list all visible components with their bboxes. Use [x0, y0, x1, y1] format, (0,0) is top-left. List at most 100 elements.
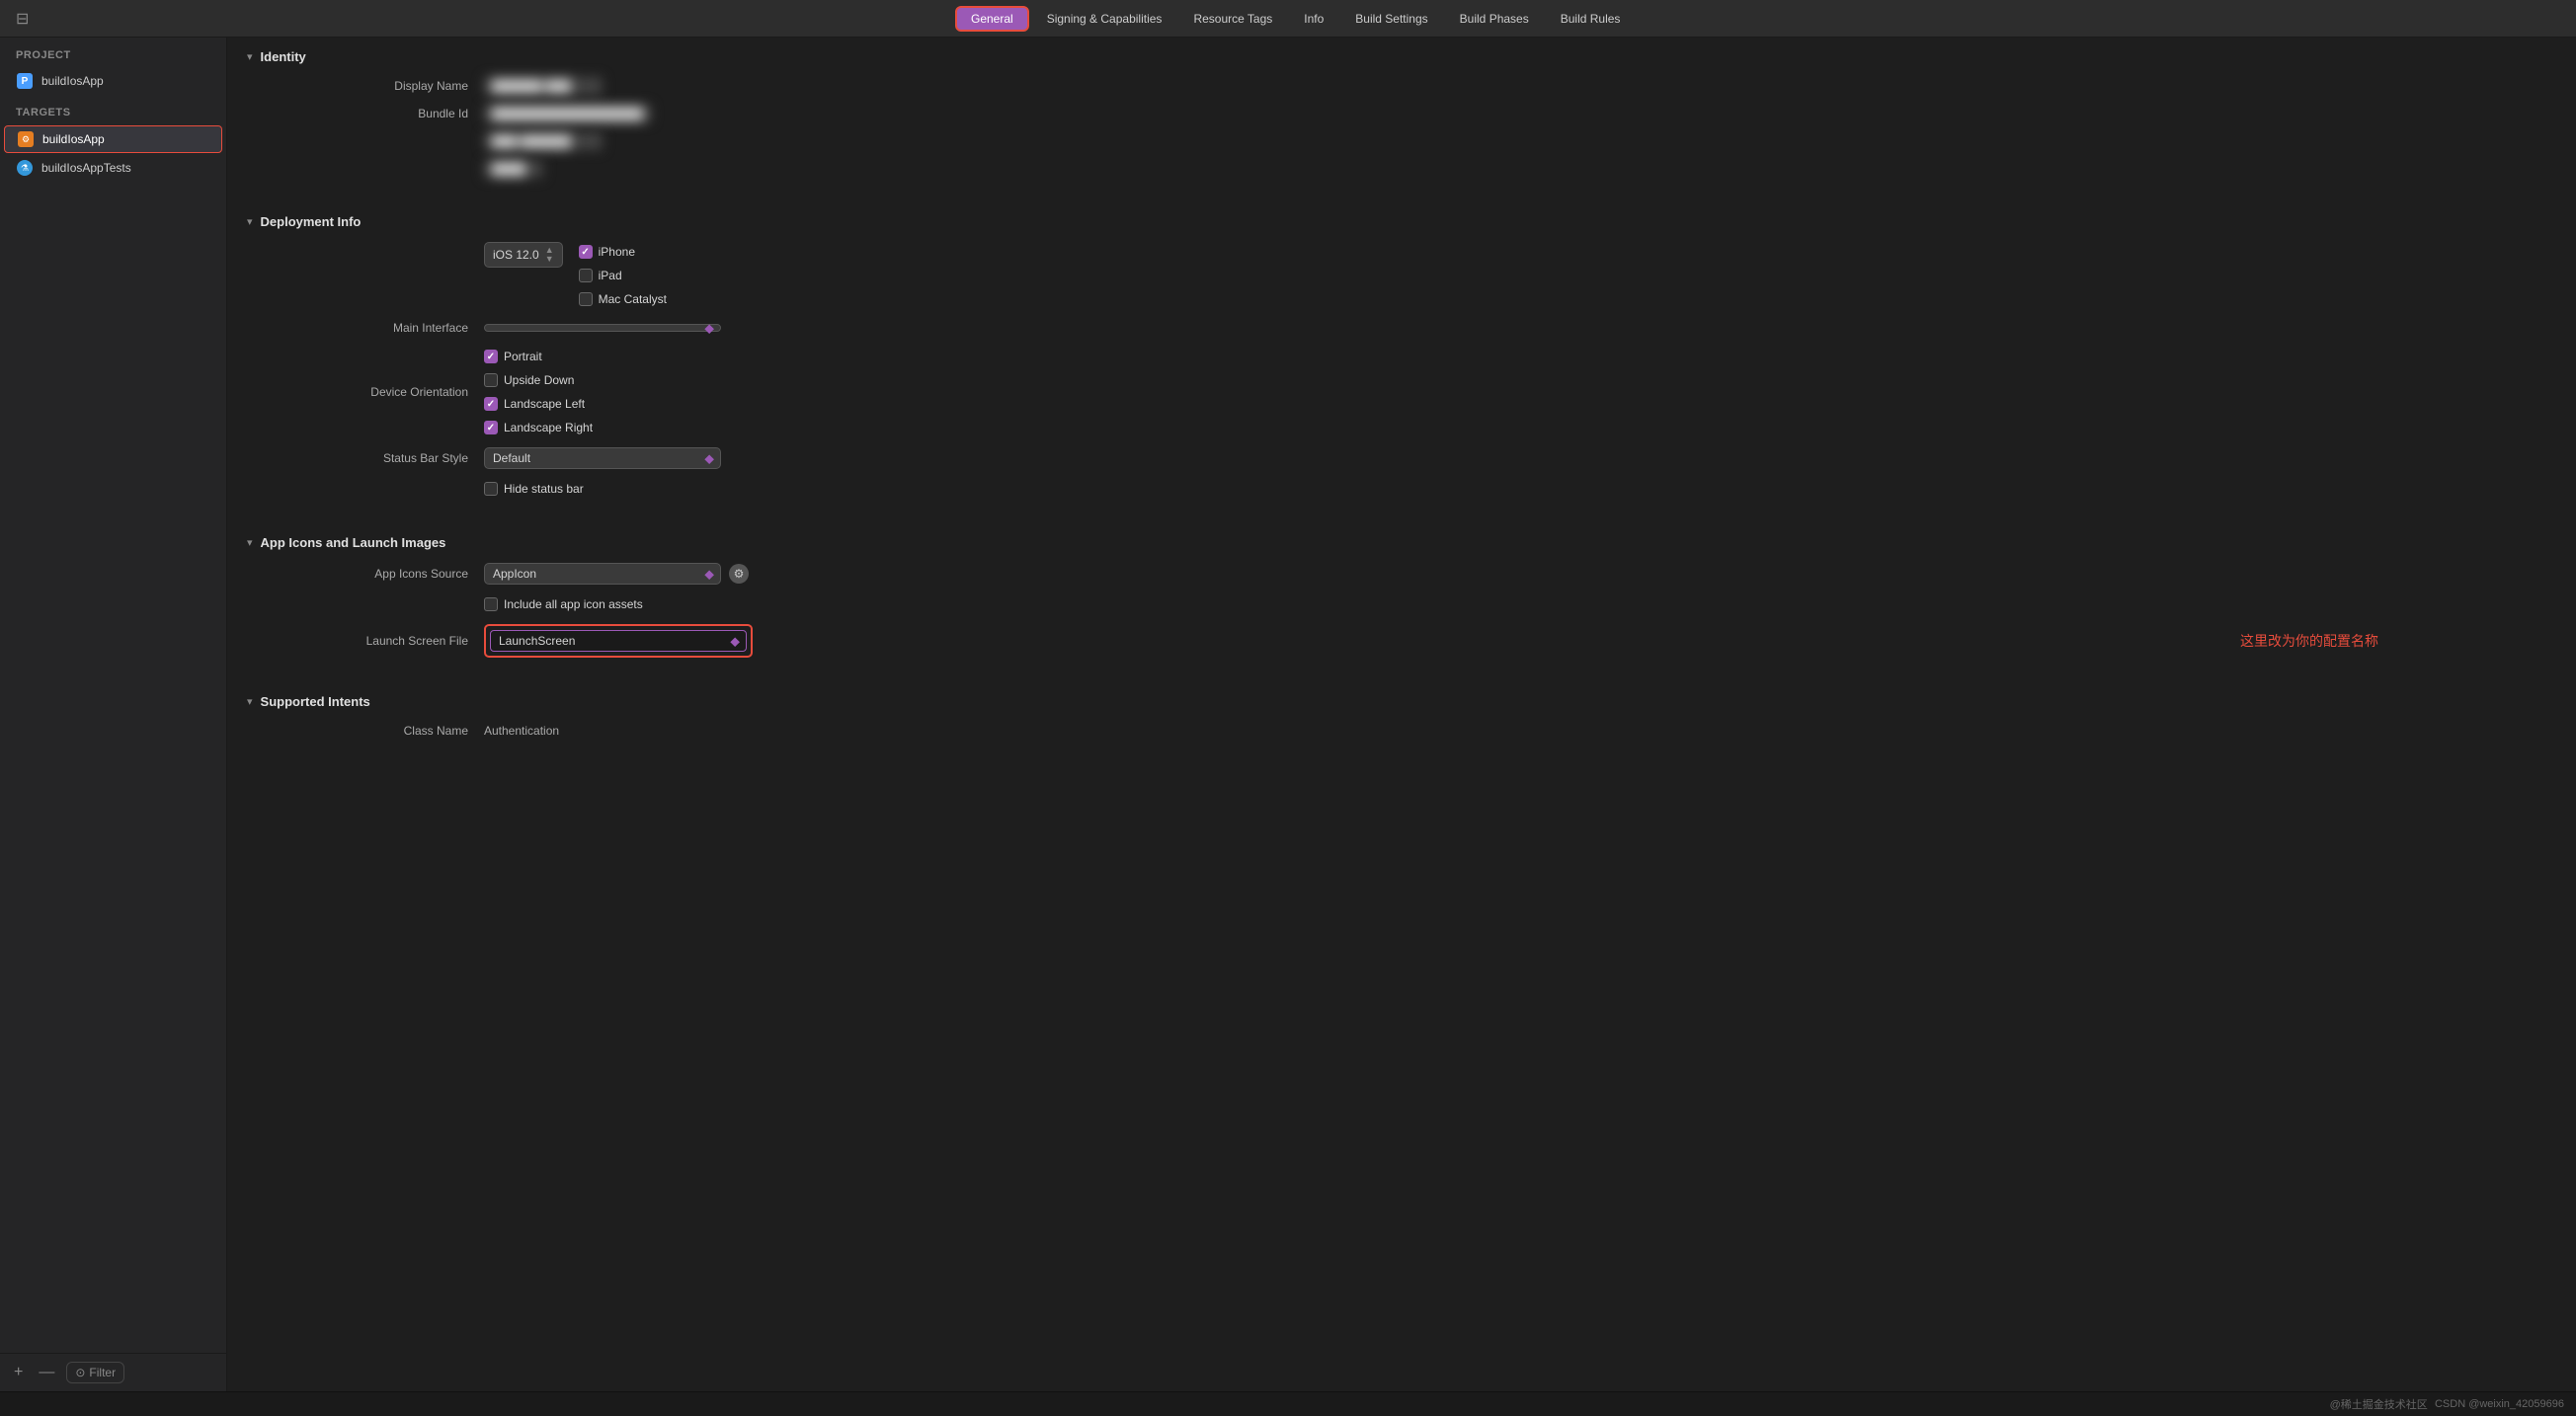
sidebar-target-tests[interactable]: ⚗ buildIosAppTests — [4, 155, 222, 181]
tab-build-settings[interactable]: Build Settings — [1341, 8, 1441, 30]
launch-screen-field[interactable]: LaunchScreen ⬥ — [490, 630, 747, 652]
top-toolbar: ⊟ General Signing & Capabilities Resourc… — [0, 0, 2576, 38]
sidebar: PROJECT P buildIosApp TARGETS ⚙ buildIos… — [0, 38, 227, 1391]
target-tests-label: buildIosAppTests — [41, 161, 131, 175]
identity-section-header[interactable]: ▾ Identity — [227, 38, 2576, 72]
status-bar-style-dropdown[interactable]: Default ⬥ — [484, 447, 721, 469]
landscape-left-row: Landscape Left — [484, 394, 593, 414]
landscape-right-row: Landscape Right — [484, 418, 593, 437]
build-row: ████ — [267, 155, 2556, 183]
annotation-text: 这里改为你的配置名称 — [2240, 631, 2378, 651]
identity-settings: Display Name ██████ ███ Bundle Id ██████… — [227, 72, 2576, 202]
supported-intents-header-row: Class Name Authentication — [267, 717, 2556, 745]
ios-version-selector[interactable]: iOS 12.0 ▲▼ — [484, 242, 563, 268]
sidebar-toggle-button[interactable]: ⊟ — [16, 9, 29, 29]
remove-target-button[interactable]: — — [35, 1362, 58, 1383]
landscape-left-label: Landscape Left — [504, 397, 585, 411]
hide-status-bar-label: Hide status bar — [504, 482, 584, 496]
device-orientation-row: Device Orientation Portrait Upside Down — [267, 342, 2556, 442]
main-interface-row: Main Interface ⬥ — [267, 314, 2556, 342]
upside-down-checkbox[interactable] — [484, 373, 498, 387]
landscape-right-checkbox[interactable] — [484, 421, 498, 434]
project-section-label: PROJECT — [0, 38, 226, 67]
hide-status-bar-checkbox-row: Hide status bar — [484, 479, 584, 499]
include-all-icons-row: Include all app icon assets — [267, 590, 2556, 619]
supported-intents-settings: Class Name Authentication — [227, 717, 2576, 764]
bundle-id-label: Bundle Id — [267, 107, 484, 120]
bottom-text-2: CSDN @weixin_42059696 — [2435, 1398, 2564, 1410]
tab-build-rules[interactable]: Build Rules — [1547, 8, 1635, 30]
orientation-checkboxes: Portrait Upside Down Landscape Left — [484, 347, 593, 437]
app-icons-source-label: App Icons Source — [267, 567, 484, 581]
iphone-checkbox-row: iPhone — [579, 242, 667, 262]
bundle-id-row: Bundle Id ██████████████████ — [267, 100, 2556, 127]
launch-screen-container: LaunchScreen ⬥ — [484, 624, 753, 658]
status-bar-style-label: Status Bar Style — [267, 451, 484, 465]
mac-catalyst-checkbox-row: Mac Catalyst — [579, 289, 667, 309]
identity-section-title: Identity — [261, 49, 306, 64]
portrait-label: Portrait — [504, 350, 542, 363]
filter-button[interactable]: ⊙ Filter — [66, 1362, 124, 1383]
ios-version-text: iOS 12.0 — [493, 248, 539, 262]
bottom-text-1: @稀土掘金技术社区 — [2330, 1396, 2428, 1412]
main-interface-dropdown[interactable]: ⬥ — [484, 324, 721, 332]
main-interface-label: Main Interface — [267, 321, 484, 335]
status-bar-style-row: Status Bar Style Default ⬥ — [267, 442, 2556, 474]
hide-status-bar-row: Hide status bar — [267, 474, 2556, 504]
supported-intents-chevron-icon: ▾ — [247, 695, 253, 708]
build-value: ████ — [484, 160, 543, 178]
app-icons-section-header[interactable]: ▾ App Icons and Launch Images — [227, 523, 2576, 558]
target-tests-icon: ⚗ — [16, 159, 34, 177]
tab-build-phases[interactable]: Build Phases — [1446, 8, 1543, 30]
hide-status-bar-checkbox[interactable] — [484, 482, 498, 496]
target-app-icon: ⚙ — [17, 130, 35, 148]
iphone-checkbox[interactable] — [579, 245, 593, 259]
supported-intents-section-title: Supported Intents — [261, 694, 370, 709]
status-bar-style-arrow-icon: ⬥ — [704, 450, 714, 467]
supported-intents-section-header[interactable]: ▾ Supported Intents — [227, 682, 2576, 717]
content-area[interactable]: ▾ Identity Display Name ██████ ███ Bundl… — [227, 38, 2576, 1391]
include-all-icons-checkbox-row: Include all app icon assets — [484, 594, 643, 614]
app-icons-gear-button[interactable]: ⚙ — [729, 564, 749, 584]
ipad-checkbox[interactable] — [579, 269, 593, 282]
portrait-row: Portrait — [484, 347, 593, 366]
filter-icon: ⊙ — [75, 1366, 85, 1379]
ios-version-row: iOS 12.0 ▲▼ iPhone iPad — [267, 237, 2556, 314]
portrait-checkbox[interactable] — [484, 350, 498, 363]
project-item-label: buildIosApp — [41, 74, 104, 88]
main-interface-arrow-icon: ⬥ — [704, 320, 714, 337]
target-app-label: buildIosApp — [42, 132, 105, 146]
launch-screen-arrow-icon: ⬥ — [730, 633, 740, 650]
landscape-left-checkbox[interactable] — [484, 397, 498, 411]
sidebar-project-item[interactable]: P buildIosApp — [4, 68, 222, 94]
status-bar-style-value: Default — [493, 451, 530, 465]
app-icons-source-group: AppIcon ⬥ ⚙ — [484, 563, 749, 585]
deployment-section-header[interactable]: ▾ Deployment Info — [227, 202, 2576, 237]
mac-catalyst-checkbox[interactable] — [579, 292, 593, 306]
bottom-bar: @稀土掘金技术社区 CSDN @weixin_42059696 — [0, 1391, 2576, 1416]
display-name-row: Display Name ██████ ███ — [267, 72, 2556, 100]
tab-general[interactable]: General — [955, 6, 1029, 32]
tab-bar: General Signing & Capabilities Resource … — [29, 6, 2560, 32]
version-value: ███ ██████ — [484, 132, 603, 150]
device-orientation-label: Device Orientation — [267, 385, 484, 399]
include-all-icons-checkbox[interactable] — [484, 597, 498, 611]
bundle-id-value: ██████████████████ — [484, 105, 651, 122]
tab-resource-tags[interactable]: Resource Tags — [1179, 8, 1286, 30]
app-icons-source-dropdown[interactable]: AppIcon ⬥ — [484, 563, 721, 585]
launch-screen-value: LaunchScreen — [499, 634, 575, 648]
class-name-column-header: Class Name — [267, 724, 484, 738]
device-checkboxes: iPhone iPad Mac Catalyst — [579, 242, 667, 309]
app-window: ⊟ General Signing & Capabilities Resourc… — [0, 0, 2576, 1416]
tab-signing[interactable]: Signing & Capabilities — [1033, 8, 1176, 30]
ios-version-group: iOS 12.0 ▲▼ iPhone iPad — [484, 242, 667, 309]
main-area: PROJECT P buildIosApp TARGETS ⚙ buildIos… — [0, 38, 2576, 1391]
upside-down-label: Upside Down — [504, 373, 574, 387]
tab-info[interactable]: Info — [1290, 8, 1337, 30]
deployment-settings: iOS 12.0 ▲▼ iPhone iPad — [227, 237, 2576, 523]
sidebar-target-app[interactable]: ⚙ buildIosApp — [4, 125, 222, 153]
authentication-column-header: Authentication — [484, 724, 559, 738]
launch-screen-label: Launch Screen File — [267, 634, 484, 648]
add-target-button[interactable]: + — [10, 1362, 27, 1383]
deployment-section-title: Deployment Info — [261, 214, 362, 229]
